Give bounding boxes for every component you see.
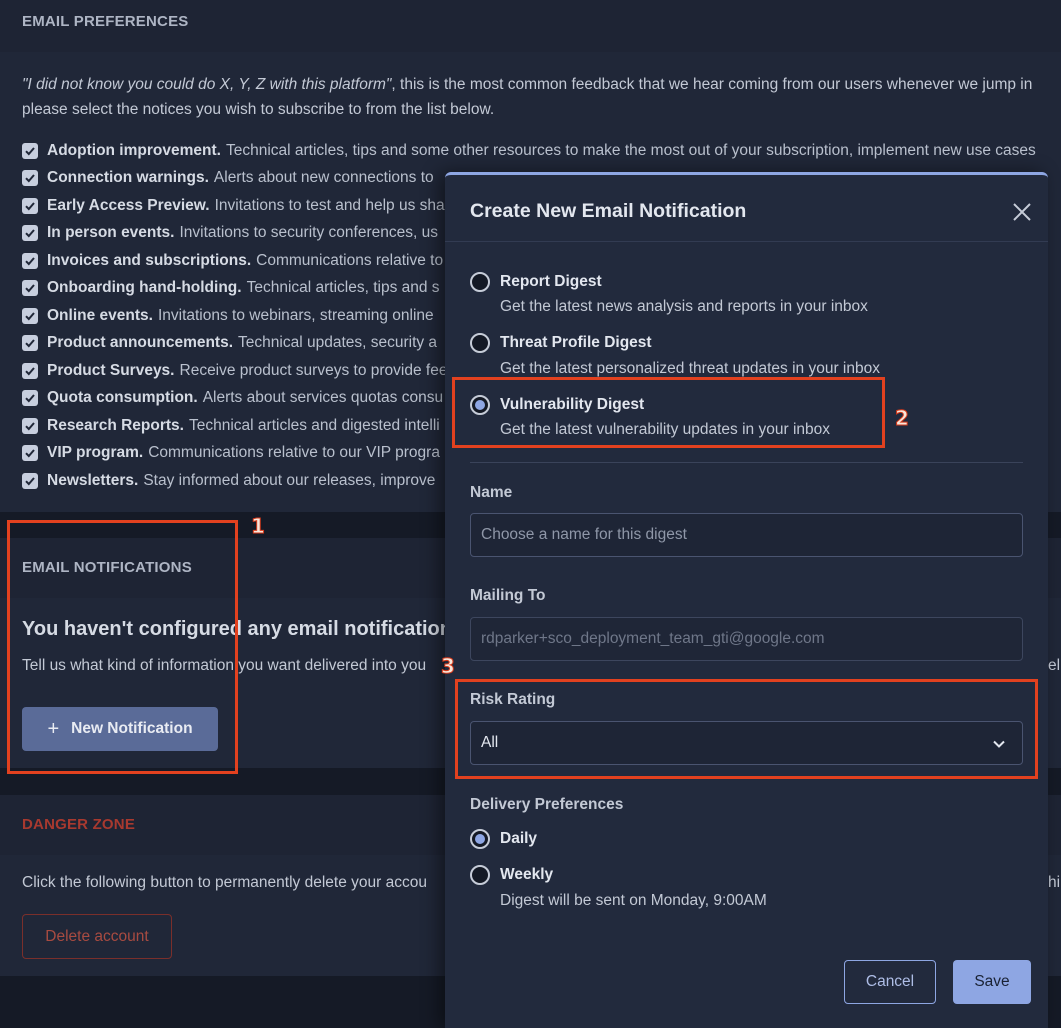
checkbox-checked-icon[interactable]	[22, 390, 38, 407]
preference-desc: Alerts about services quotas consu	[202, 389, 444, 407]
danger-text-cut: hi	[1048, 874, 1061, 891]
report-digest-desc: Get the latest news analysis and reports…	[500, 298, 868, 315]
cancel-button[interactable]: Cancel	[844, 960, 936, 1004]
annotation-number-3: 3	[441, 654, 456, 679]
email-preferences-header: EMAIL PREFERENCES	[0, 0, 1061, 52]
save-button[interactable]: Save	[953, 960, 1031, 1004]
name-label: Name	[470, 484, 513, 501]
weekly-label: Weekly	[500, 866, 554, 883]
checkbox-checked-icon[interactable]	[22, 335, 38, 352]
threat-profile-digest-radio[interactable]	[470, 333, 490, 353]
preference-desc: Communications relative to	[256, 251, 444, 269]
checkbox-checked-icon[interactable]	[22, 362, 38, 379]
checkbox-checked-icon[interactable]	[22, 170, 38, 187]
preference-desc: Communications relative to our VIP progr…	[148, 444, 440, 462]
weekly-radio[interactable]	[470, 865, 490, 885]
modal-title: Create New Email Notification	[470, 200, 747, 222]
annotation-box-1	[7, 520, 238, 774]
preference-title: Invoices and subscriptions.	[47, 251, 252, 269]
preference-title: Early Access Preview.	[47, 196, 210, 214]
notifications-desc-cut: eli	[1048, 657, 1061, 674]
intro-line2: please select the notices you wish to su…	[22, 101, 495, 118]
checkbox-checked-icon[interactable]	[22, 252, 38, 269]
weekly-desc: Digest will be sent on Monday, 9:00AM	[500, 892, 767, 909]
checkbox-checked-icon[interactable]	[22, 225, 38, 242]
intro-rest: , this is the most common feedback that …	[391, 76, 1033, 93]
delivery-preferences-label: Delivery Preferences	[470, 796, 624, 813]
danger-zone-text: Click the following button to permanentl…	[22, 874, 427, 891]
preference-desc: Invitations to test and help us sha	[214, 196, 445, 214]
preference-title: Adoption improvement.	[47, 141, 221, 159]
preference-title: Quota consumption.	[47, 389, 198, 407]
annotation-box-3	[455, 679, 1038, 779]
mailing-to-field: rdparker+sco_deployment_team_gti@google.…	[470, 617, 1023, 661]
preference-title: Product announcements.	[47, 334, 234, 352]
threat-profile-digest-desc: Get the latest personalized threat updat…	[500, 360, 880, 377]
preference-desc: Technical updates, security a	[238, 334, 438, 352]
preference-desc: Technical articles, tips and some other …	[225, 141, 1036, 159]
checkbox-checked-icon[interactable]	[22, 280, 38, 297]
preference-desc: Stay informed about our releases, improv…	[143, 471, 436, 489]
preferences-intro: "I did not know you could do X, Y, Z wit…	[22, 72, 1061, 122]
daily-radio[interactable]	[470, 829, 490, 849]
preference-title: Newsletters.	[47, 471, 139, 489]
mailing-to-label: Mailing To	[470, 587, 546, 604]
preference-title: VIP program.	[47, 444, 144, 462]
annotation-number-1: 1	[251, 514, 266, 539]
preference-title: Research Reports.	[47, 416, 184, 434]
preference-desc: Invitations to webinars, streaming onlin…	[157, 306, 434, 324]
preference-item[interactable]: Adoption improvement. Technical articles,…	[22, 137, 1036, 165]
preference-desc: Receive product surveys to provide fee	[179, 361, 448, 379]
preference-title: Online events.	[47, 306, 153, 324]
checkbox-checked-icon[interactable]	[22, 472, 38, 489]
annotation-box-2	[452, 377, 885, 448]
checkbox-checked-icon[interactable]	[22, 142, 38, 159]
daily-label: Daily	[500, 830, 538, 847]
checkbox-checked-icon[interactable]	[22, 197, 38, 214]
report-digest-radio[interactable]	[470, 272, 490, 292]
checkbox-checked-icon[interactable]	[22, 417, 38, 434]
preference-desc: Invitations to security conferences, us	[179, 224, 438, 242]
delete-account-button[interactable]: Delete account	[22, 914, 172, 959]
preference-desc: Technical articles and digested intelli	[188, 416, 440, 434]
annotation-number-2: 2	[895, 406, 910, 431]
create-notification-modal: Create New Email Notification Report Dig…	[445, 172, 1048, 1028]
modal-header-divider	[445, 241, 1048, 242]
checkbox-checked-icon[interactable]	[22, 445, 38, 462]
report-digest-title: Report Digest	[500, 273, 602, 290]
preference-title: In person events.	[47, 224, 175, 242]
name-input[interactable]: Choose a name for this digest	[470, 513, 1023, 557]
preference-desc: Alerts about new connections to	[213, 169, 434, 187]
close-icon[interactable]	[1012, 202, 1032, 222]
preference-desc: Technical articles, tips and s	[246, 279, 440, 297]
checkbox-checked-icon[interactable]	[22, 307, 38, 324]
preference-title: Connection warnings.	[47, 169, 209, 187]
options-divider	[470, 462, 1023, 463]
preference-title: Onboarding hand-holding.	[47, 279, 242, 297]
intro-quote: "I did not know you could do X, Y, Z wit…	[22, 76, 392, 93]
threat-profile-digest-title: Threat Profile Digest	[500, 334, 652, 351]
preference-title: Product Surveys.	[47, 361, 175, 379]
